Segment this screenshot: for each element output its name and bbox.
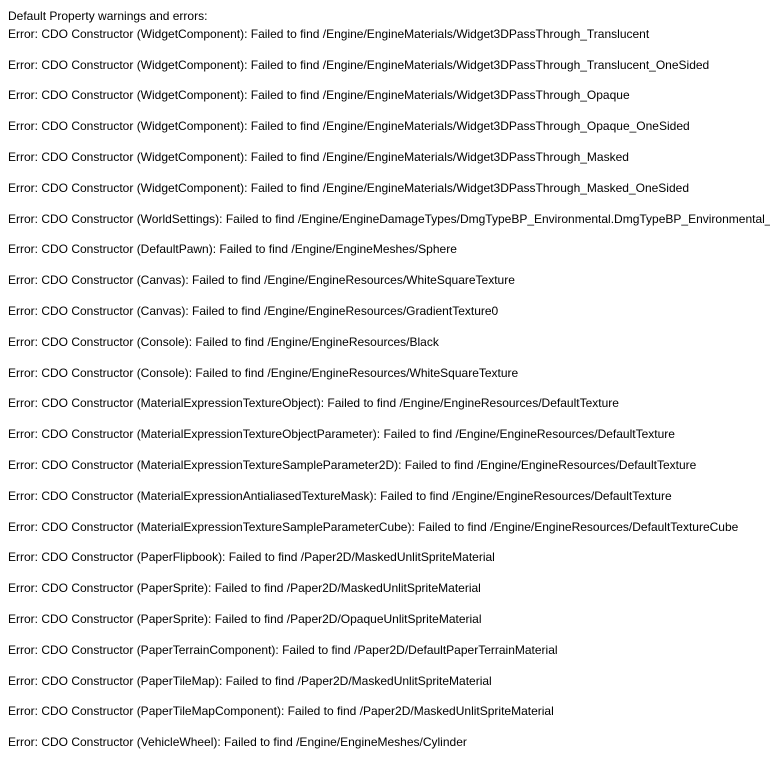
log-line: Error: CDO Constructor (WidgetComponent)…	[8, 118, 770, 135]
log-line: Error: CDO Constructor (PaperTileMap): F…	[8, 673, 770, 690]
log-line: Error: CDO Constructor (Console): Failed…	[8, 334, 770, 351]
log-line: Error: CDO Constructor (Canvas): Failed …	[8, 303, 770, 320]
log-output: Error: CDO Constructor (WidgetComponent)…	[8, 26, 770, 751]
log-line: Error: CDO Constructor (PaperTerrainComp…	[8, 642, 770, 659]
log-line: Error: CDO Constructor (MaterialExpressi…	[8, 488, 770, 505]
log-line: Error: CDO Constructor (Console): Failed…	[8, 365, 770, 382]
log-line: Error: CDO Constructor (MaterialExpressi…	[8, 395, 770, 412]
log-line: Error: CDO Constructor (MaterialExpressi…	[8, 426, 770, 443]
log-line: Error: CDO Constructor (PaperSprite): Fa…	[8, 611, 770, 628]
log-line: Error: CDO Constructor (PaperSprite): Fa…	[8, 580, 770, 597]
log-line: Error: CDO Constructor (Canvas): Failed …	[8, 272, 770, 289]
log-line: Error: CDO Constructor (PaperTileMapComp…	[8, 703, 770, 720]
log-line: Error: CDO Constructor (MaterialExpressi…	[8, 457, 770, 474]
log-line: Error: CDO Constructor (DefaultPawn): Fa…	[8, 241, 770, 258]
log-line: Error: CDO Constructor (WidgetComponent)…	[8, 87, 770, 104]
log-header: Default Property warnings and errors:	[8, 8, 770, 25]
log-line: Error: CDO Constructor (WidgetComponent)…	[8, 180, 770, 197]
log-line: Error: CDO Constructor (WorldSettings): …	[8, 211, 770, 228]
log-line: Error: CDO Constructor (MaterialExpressi…	[8, 519, 770, 536]
log-line: Error: CDO Constructor (WidgetComponent)…	[8, 26, 770, 43]
log-line: Error: CDO Constructor (PaperFlipbook): …	[8, 549, 770, 566]
log-line: Error: CDO Constructor (VehicleWheel): F…	[8, 734, 770, 751]
log-line: Error: CDO Constructor (WidgetComponent)…	[8, 149, 770, 166]
log-line: Error: CDO Constructor (WidgetComponent)…	[8, 57, 770, 74]
